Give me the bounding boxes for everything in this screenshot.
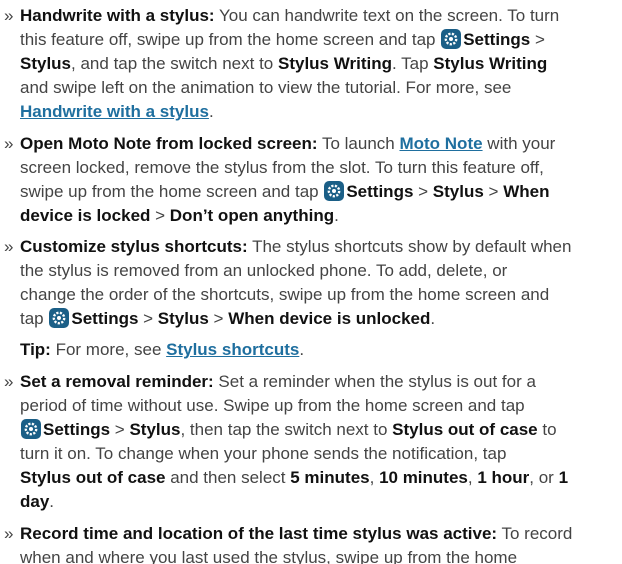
bullet-glyph: »: [4, 524, 14, 543]
link-moto-note[interactable]: Moto Note: [399, 134, 482, 153]
item-title: Open Moto Note from locked screen:: [20, 134, 318, 153]
document-page: » Handwrite with a stylus: You can handw…: [4, 6, 573, 564]
item-title: Record time and location of the last tim…: [20, 524, 498, 543]
settings-gear-icon: [324, 181, 345, 201]
link-handwrite-with-a-stylus[interactable]: Handwrite with a stylus: [20, 102, 209, 121]
item-title: Customize stylus shortcuts:: [20, 237, 248, 256]
settings-gear-icon: [49, 308, 70, 328]
bullet-glyph: »: [4, 134, 14, 153]
item-title: Set a removal reminder:: [20, 372, 214, 391]
item-title: Handwrite with a stylus:: [20, 6, 215, 25]
tip-label: Tip:: [20, 340, 51, 359]
bullet-glyph: »: [4, 372, 14, 391]
bullet-glyph: »: [4, 237, 14, 256]
link-stylus-shortcuts[interactable]: Stylus shortcuts: [166, 340, 299, 359]
tip-line: Tip: For more, see Stylus shortcuts.: [20, 340, 305, 359]
settings-gear-icon: [21, 419, 41, 439]
bullet-glyph: »: [4, 6, 14, 25]
settings-gear-icon: [441, 29, 462, 49]
